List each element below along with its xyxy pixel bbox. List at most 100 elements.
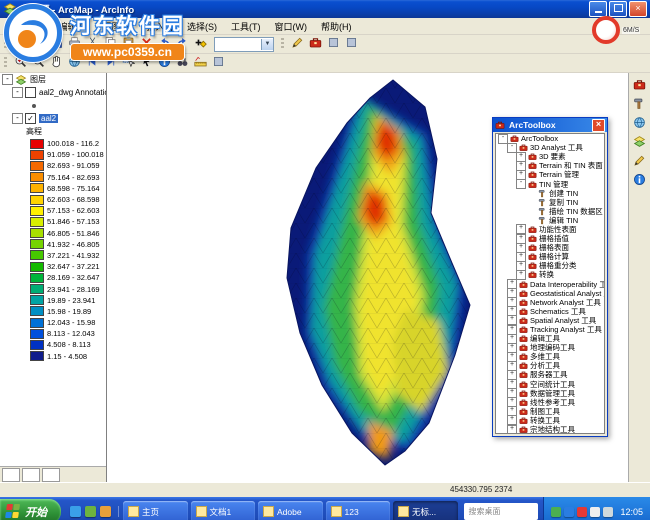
layer-item-annotation[interactable]: - aal2_dwg Annotation	[0, 86, 106, 99]
arctoolbox-close-button[interactable]: ×	[592, 119, 605, 132]
editor-pencil-icon	[291, 36, 304, 52]
toc-source-tab[interactable]	[22, 468, 40, 482]
toc-root-label: 图层	[30, 74, 46, 85]
full-extent-icon	[633, 116, 646, 132]
legend-swatch	[30, 340, 44, 350]
toolbar-button[interactable]	[191, 36, 209, 53]
expand-toggle[interactable]: -	[2, 74, 13, 85]
toolbar-button[interactable]	[306, 36, 324, 53]
taskbar-button[interactable]: 主页	[123, 501, 188, 520]
legend-label: 51.846 - 57.153	[47, 217, 100, 226]
toolbar-button[interactable]	[209, 55, 227, 72]
legend-entry: 4.508 - 8.113	[0, 339, 106, 350]
toc-root[interactable]: - 图层	[0, 73, 106, 86]
expand-toggle[interactable]: -	[12, 87, 23, 98]
legend-label: 28.169 - 32.647	[47, 273, 100, 282]
editor-pencil-icon	[633, 154, 646, 170]
toc-selection-tab[interactable]	[42, 468, 60, 482]
volume-icon[interactable]	[603, 507, 613, 517]
window-icon	[196, 506, 207, 517]
alert-icon[interactable]	[577, 507, 587, 517]
browser-icon[interactable]	[70, 506, 81, 517]
legend-swatch	[30, 228, 44, 238]
layer-checkbox[interactable]	[25, 87, 36, 98]
messenger-icon[interactable]	[564, 507, 574, 517]
legend-entry: 51.846 - 57.153	[0, 216, 106, 227]
input-method-icon[interactable]	[590, 507, 600, 517]
taskbar-button[interactable]: 无标...	[393, 501, 458, 520]
toolbar-button[interactable]	[324, 36, 342, 53]
arctoolbox-titlebar[interactable]: ArcToolbox ×	[493, 118, 607, 132]
toolbar-button[interactable]	[342, 36, 360, 53]
expand-toggle[interactable]: -	[12, 113, 23, 124]
show-desktop-icon[interactable]	[85, 506, 96, 517]
legend-swatch	[30, 262, 44, 272]
legend-swatch	[30, 195, 44, 205]
toolbar-button[interactable]	[631, 134, 649, 151]
command-search-icon	[345, 36, 358, 52]
legend-label: 37.221 - 41.932	[47, 251, 100, 260]
legend-swatch	[30, 284, 44, 294]
map-canvas[interactable]: ArcToolbox × ArcToolbox 3D Analyst 工具	[107, 73, 628, 482]
system-tray: 12:05	[543, 497, 650, 520]
scale-combo[interactable]: ▼	[214, 37, 274, 52]
menu-item[interactable]: 选择(S)	[180, 20, 224, 33]
annotation-symbol-row	[0, 99, 106, 112]
legend-label: 19.89 - 23.941	[47, 296, 95, 305]
toolbox-icon	[519, 416, 529, 425]
taskbar-button[interactable]: Adobe	[258, 501, 323, 520]
legend-entry: 37.221 - 41.932	[0, 250, 106, 261]
tree-toggle[interactable]	[507, 425, 517, 434]
toolbar-grip[interactable]	[281, 38, 284, 50]
chevron-down-icon[interactable]: ▼	[261, 39, 273, 50]
antivirus-icon[interactable]	[551, 507, 561, 517]
legend-label: 1.15 - 4.508	[47, 352, 87, 361]
taskbar-button[interactable]: 文档1	[191, 501, 256, 520]
toolbox-icon	[519, 289, 529, 298]
menu-item[interactable]: 窗口(W)	[268, 20, 315, 33]
toolbox-icon	[519, 361, 529, 370]
toolbox-icon	[528, 170, 538, 179]
layers-icon	[633, 135, 646, 151]
close-button[interactable]: ×	[629, 1, 647, 17]
toolbox-icon	[528, 261, 538, 270]
layer-item-tin[interactable]: - aal2	[0, 112, 106, 125]
maximize-button[interactable]	[609, 1, 627, 17]
toolbar-button[interactable]	[631, 172, 649, 189]
legend-swatch	[30, 250, 44, 260]
tree-toggle[interactable]	[516, 179, 526, 189]
toolbar-button[interactable]	[631, 115, 649, 132]
toolbar-button[interactable]	[631, 77, 649, 94]
toolbox-icon	[519, 407, 529, 416]
toolbar-button[interactable]	[631, 96, 649, 113]
clock: 12:05	[620, 507, 643, 517]
net-speed-widget[interactable]: 6M/S	[592, 16, 640, 44]
quick-launch	[63, 506, 119, 517]
menu-item[interactable]: 工具(T)	[224, 20, 268, 33]
toc-display-tab[interactable]	[2, 468, 20, 482]
site-url: www.pc0359.cn	[70, 43, 185, 61]
start-button[interactable]: 开始	[0, 499, 61, 520]
arctoolbox-window[interactable]: ArcToolbox × ArcToolbox 3D Analyst 工具	[492, 117, 608, 437]
menu-item[interactable]: 帮助(H)	[314, 20, 359, 33]
window-icon	[398, 506, 409, 517]
legend-swatch	[30, 206, 44, 216]
toolbox-tree-item[interactable]: 宗地结构工具	[496, 425, 604, 434]
toolbox-icon	[519, 325, 529, 334]
toolbox-icon	[528, 225, 538, 234]
legend-label: 4.508 - 8.113	[47, 340, 91, 349]
tree-toggle[interactable]	[516, 270, 526, 280]
speed-ball-icon[interactable]	[592, 16, 620, 44]
minimize-button[interactable]	[589, 1, 607, 17]
legend-label: 68.598 - 75.164	[47, 184, 100, 193]
media-player-icon[interactable]	[100, 506, 111, 517]
field-heading: 高程	[0, 125, 106, 138]
taskbar-button[interactable]: 123	[326, 501, 391, 520]
toolbar-button[interactable]	[288, 36, 306, 53]
toolbar-button[interactable]	[631, 153, 649, 170]
toolbar-button[interactable]	[191, 55, 209, 72]
desktop-search-input[interactable]: 搜索桌面	[464, 503, 538, 520]
toolbox-icon	[519, 307, 529, 316]
layer-checkbox[interactable]	[25, 113, 36, 124]
legend-entry: 41.932 - 46.805	[0, 239, 106, 250]
